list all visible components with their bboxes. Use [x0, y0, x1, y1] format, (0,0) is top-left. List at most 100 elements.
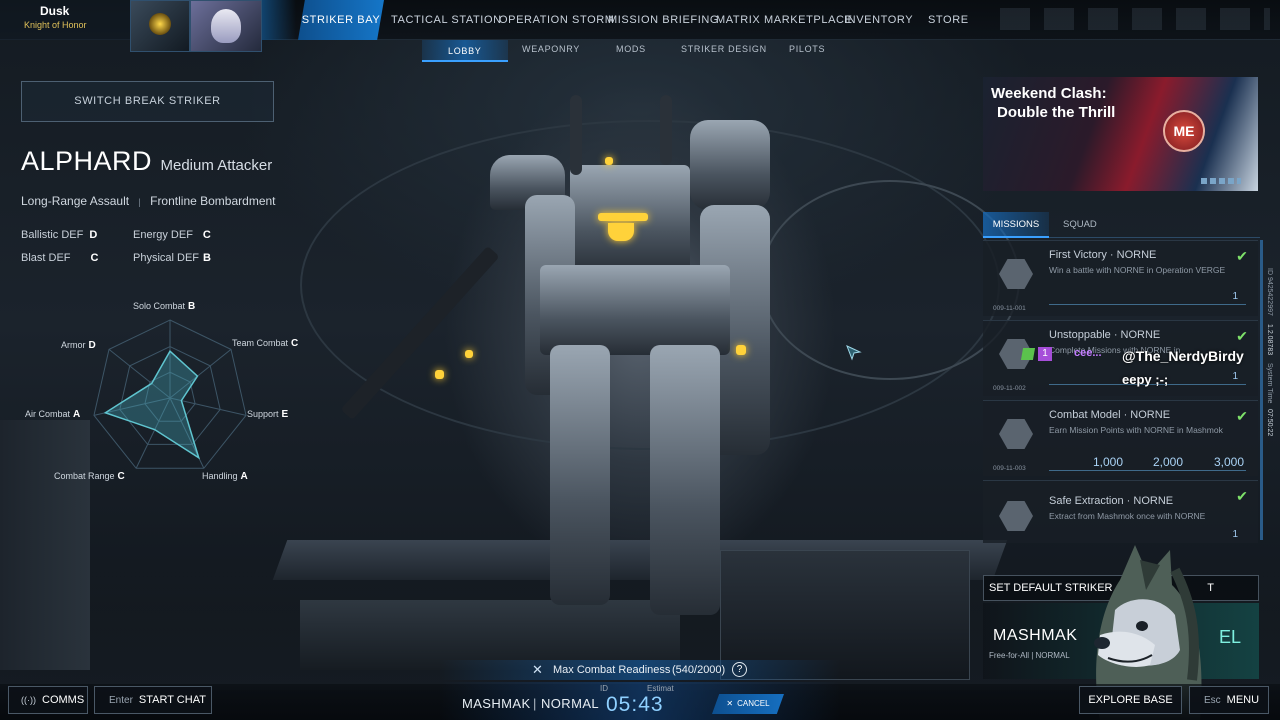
banner-page-dots[interactable]	[1201, 178, 1241, 184]
game-lobby-screen: Dusk Knight of Honor STRIKER BAY TACTICA…	[0, 0, 1280, 720]
mission-description: Earn Mission Points with NORNE in Mashmo…	[1049, 425, 1223, 435]
pilot-portrait-avatar[interactable]	[190, 0, 262, 52]
mission-progress-count: 1	[1232, 529, 1238, 540]
milestone-3000: 3,000	[1214, 455, 1245, 469]
readiness-label: Max Combat Readiness	[553, 664, 671, 676]
mission-list-scrollbar[interactable]	[1260, 240, 1263, 540]
event-banner[interactable]: Weekend Clash: Double the Thrill ME	[983, 77, 1258, 191]
mission-card[interactable]: First Victory · NORNE Win a battle with …	[983, 240, 1258, 316]
system-time-value: 07:50:22	[1266, 409, 1273, 437]
mission-title: Combat Model · NORNE	[1049, 409, 1171, 421]
top-right-decoration	[1000, 8, 1270, 30]
readiness-x-icon: ✕	[532, 662, 543, 677]
nav-store[interactable]: STORE	[928, 0, 969, 40]
nav-matrix-marketplace[interactable]: MATRIX MARKETPLACE	[716, 0, 853, 40]
combat-readiness-bar[interactable]: ✕ Max Combat Readiness (540/2000) ?	[440, 660, 840, 680]
nav-inventory[interactable]: INVENTORY	[844, 0, 913, 40]
menu-key-hint: Esc	[1204, 695, 1221, 706]
mouse-cursor-icon	[846, 345, 862, 361]
menu-button[interactable]: Esc MENU	[1189, 686, 1269, 714]
striker-roles: Long-Range Assault | Frontline Bombardme…	[21, 194, 276, 208]
radar-label-combat-range: Combat Range C	[54, 471, 125, 482]
check-icon: ✔	[1236, 408, 1248, 424]
ballistic-def: Ballistic DEF D	[21, 229, 98, 241]
cancel-queue-button[interactable]: ✕ CANCEL	[712, 694, 784, 714]
subtab-striker-design[interactable]: STRIKER DESIGN	[681, 44, 767, 54]
banner-emblem-icon: ME	[1163, 110, 1205, 152]
mission-badge-icon	[999, 419, 1033, 449]
comms-button[interactable]: ((·)) COMMS	[8, 686, 88, 714]
queue-id-label: ID	[600, 684, 608, 693]
radar-label-handling: Handling A	[202, 471, 248, 482]
player-emblem-avatar[interactable]	[130, 0, 190, 52]
game-version-text: 1.2.08783	[1266, 323, 1273, 355]
mission-progress-bar	[1049, 470, 1246, 471]
chat-name-fragment: cee...	[1074, 347, 1102, 359]
chat-username: @The_NerdyBirdy	[1122, 348, 1244, 364]
chat-sub-badge: 1	[1038, 347, 1052, 361]
radar-label-solo-combat: Solo Combat B	[133, 301, 196, 312]
subtab-mods[interactable]: MODS	[616, 44, 646, 54]
tab-missions[interactable]: MISSIONS	[983, 212, 1049, 238]
menu-label: MENU	[1226, 694, 1260, 706]
tab-squad[interactable]: SQUAD	[1063, 219, 1097, 230]
help-icon[interactable]: ?	[732, 662, 747, 677]
mission-title: Safe Extraction · NORNE	[1049, 495, 1174, 507]
subtab-lobby[interactable]: LOBBY	[422, 40, 508, 62]
comms-icon: ((·))	[21, 695, 36, 705]
striker-name: ALPHARD	[21, 146, 153, 176]
role-primary: Long-Range Assault	[21, 194, 130, 208]
queue-separator: |	[533, 696, 537, 711]
mission-progress-count: 1	[1232, 291, 1238, 302]
cancel-label: CANCEL	[737, 699, 770, 708]
mission-description: Extract from Mashmok once with NORNE	[1049, 511, 1206, 521]
system-time-label: System Time	[1266, 362, 1273, 404]
nav-striker-bay[interactable]: STRIKER BAY	[298, 0, 384, 40]
mission-description: Win a battle with NORNE in Operation VER…	[1049, 265, 1226, 275]
mission-card[interactable]: Safe Extraction · NORNE Extract from Mas…	[983, 480, 1258, 543]
nav-mission-briefing[interactable]: MISSION BRIEFING	[608, 0, 719, 40]
energy-def: Energy DEF C	[133, 229, 211, 241]
role-secondary: Frontline Bombardment	[150, 194, 276, 208]
striker-mech-model[interactable]	[340, 95, 850, 635]
banner-title-line2: Double the Thrill	[997, 104, 1116, 121]
readiness-value: (540/2000)	[672, 664, 726, 676]
mission-card[interactable]: Combat Model · NORNE Earn Mission Points…	[983, 400, 1258, 476]
milestone-1000: 1,000	[1093, 455, 1124, 469]
comms-label: COMMS	[42, 694, 85, 706]
queue-timer: 05:43	[606, 693, 664, 716]
start-chat-button[interactable]: Enter START CHAT	[94, 686, 212, 714]
mission-badge-icon	[999, 259, 1033, 289]
chat-key-hint: Enter	[109, 695, 133, 706]
striker-class: Medium Attacker	[160, 157, 273, 174]
explore-base-label: EXPLORE BASE	[1088, 694, 1173, 706]
account-id-text: ID 9425422997	[1266, 268, 1273, 316]
portrait-frame-decoration	[262, 0, 296, 40]
subtab-pilots[interactable]: PILOTS	[789, 44, 825, 54]
role-divider: |	[138, 197, 141, 207]
radar-label-support: Support E	[247, 409, 289, 420]
nav-operation-storm[interactable]: OPERATION STORM	[499, 0, 615, 40]
mission-code: 009-11-003	[993, 465, 1026, 472]
mission-code: 009-11-001	[993, 305, 1026, 312]
match-mode-text: Free-for-All | NORMAL	[989, 651, 1070, 660]
player-card[interactable]: Dusk Knight of Honor	[0, 0, 130, 40]
radar-label-team-combat: Team Combat C	[232, 338, 299, 349]
switch-break-striker-button[interactable]: SWITCH BREAK STRIKER	[21, 81, 274, 122]
radar-label-armor: Armor D	[61, 340, 96, 351]
physical-def: Physical DEF B	[133, 252, 211, 264]
subtab-weaponry[interactable]: WEAPONRY	[522, 44, 580, 54]
nav-tactical-station[interactable]: TACTICAL STATION	[391, 0, 502, 40]
blast-def: Blast DEF C	[21, 252, 99, 264]
mission-title: First Victory · NORNE	[1049, 249, 1157, 261]
queue-map: MASHMAK	[462, 696, 531, 711]
cancel-x-icon: ✕	[726, 699, 734, 708]
queue-estimate-label: Estimat	[647, 684, 674, 693]
check-icon: ✔	[1236, 248, 1248, 264]
match-map-name: MASHMAK	[993, 627, 1078, 644]
mission-progress-bar	[1049, 304, 1246, 305]
queue-mode: NORMAL	[541, 696, 600, 711]
explore-base-button[interactable]: EXPLORE BASE	[1079, 686, 1182, 714]
side-info-vertical: ID 9425422997 1.2.08783 System Time 07:5…	[1266, 268, 1278, 448]
mission-title: Unstoppable · NORNE	[1049, 329, 1161, 341]
